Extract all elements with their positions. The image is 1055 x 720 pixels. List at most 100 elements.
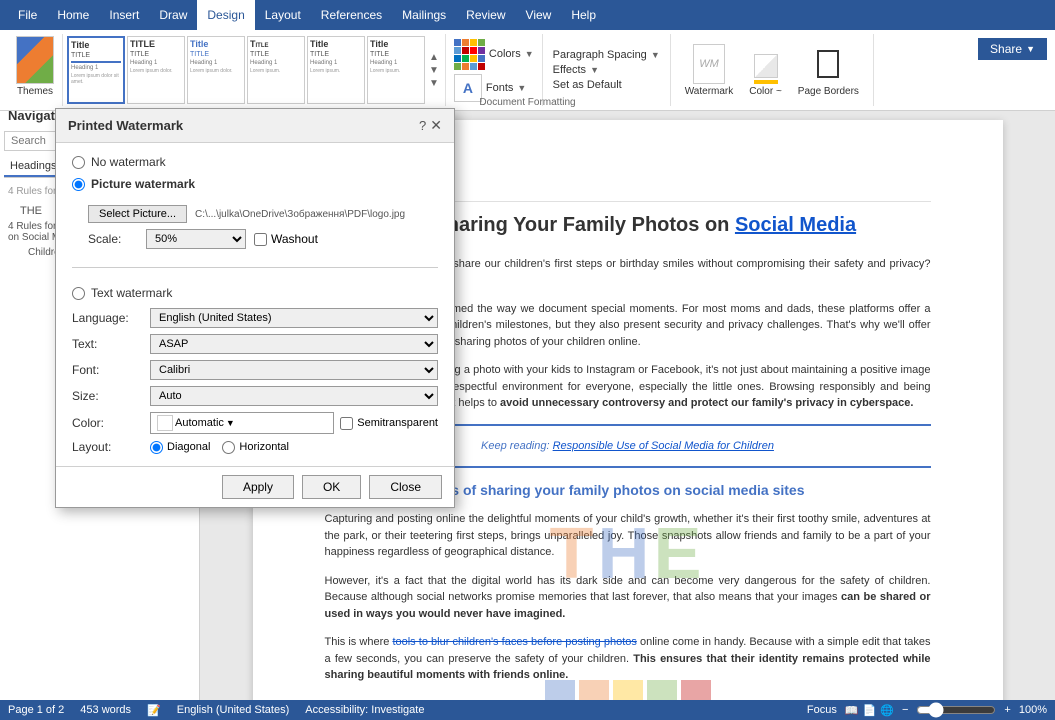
picture-watermark-radio[interactable] bbox=[72, 178, 85, 191]
dialog-footer: Apply OK Close bbox=[56, 466, 454, 507]
set-as-default-button[interactable]: Set as Default bbox=[553, 79, 660, 91]
tab-help[interactable]: Help bbox=[561, 0, 606, 30]
accessibility-status[interactable]: Accessibility: Investigate bbox=[305, 704, 424, 716]
page-color-label: Color ~ bbox=[749, 86, 782, 97]
zoom-plus-icon[interactable]: + bbox=[1004, 704, 1010, 716]
washout-checkbox[interactable] bbox=[254, 233, 267, 246]
tab-review[interactable]: Review bbox=[456, 0, 515, 30]
color-field-label: Color: bbox=[72, 416, 142, 430]
tab-draw[interactable]: Draw bbox=[149, 0, 197, 30]
picture-watermark-label[interactable]: Picture watermark bbox=[91, 177, 195, 191]
picture-path: C:\...\julka\OneDrive\Зображення\PDF\log… bbox=[195, 209, 405, 220]
washout-label[interactable]: Washout bbox=[271, 232, 318, 246]
watermark-button[interactable]: WM Watermark bbox=[679, 42, 740, 99]
web-view-icon[interactable]: 🌐 bbox=[880, 704, 894, 717]
size-row: Size: Auto bbox=[72, 386, 438, 406]
doc-para-6-link[interactable]: tools to blur children's faces before po… bbox=[392, 636, 636, 648]
text-watermark-radio[interactable] bbox=[72, 287, 85, 300]
color-dropdown[interactable]: Automatic ▼ bbox=[150, 412, 334, 434]
share-label: Share bbox=[990, 42, 1022, 56]
dialog-help-button[interactable]: ? bbox=[419, 118, 426, 133]
theme-sample-5[interactable]: Title TITLE Heading 1 Lorem ipsum. bbox=[307, 36, 365, 104]
diagonal-label[interactable]: Diagonal bbox=[167, 441, 210, 453]
status-right: Focus 📖 📄 🌐 − + 100% bbox=[807, 702, 1047, 718]
print-view-icon[interactable]: 📄 bbox=[863, 704, 877, 717]
dialog-close-button[interactable]: ✕ bbox=[430, 117, 442, 134]
colors-button[interactable]: Colors ▼ bbox=[454, 39, 534, 70]
theme-sample-1[interactable]: Title TITLE Heading 1 Lorem ipsum dolor … bbox=[67, 36, 125, 104]
semitransparent-option: Semitransparent bbox=[340, 417, 438, 430]
no-watermark-label[interactable]: No watermark bbox=[91, 155, 166, 169]
semitransparent-label[interactable]: Semitransparent bbox=[357, 417, 438, 429]
text-field-label: Text: bbox=[72, 337, 142, 351]
tab-references[interactable]: References bbox=[311, 0, 392, 30]
color-controls: Automatic ▼ Semitransparent bbox=[150, 412, 438, 434]
horizontal-radio[interactable] bbox=[222, 441, 235, 454]
picture-watermark-row: Picture watermark bbox=[72, 177, 438, 191]
doc-para-5: However, it's a fact that the digital wo… bbox=[325, 573, 931, 623]
scale-select[interactable]: 50% Auto 100% 150% bbox=[146, 229, 246, 249]
layout-options: Diagonal Horizontal bbox=[150, 441, 289, 454]
text-select[interactable]: ASAP bbox=[150, 334, 438, 354]
diagonal-radio[interactable] bbox=[150, 441, 163, 454]
apply-button[interactable]: Apply bbox=[222, 475, 294, 499]
size-select[interactable]: Auto bbox=[150, 386, 438, 406]
nav-tab-headings[interactable]: Headings bbox=[4, 157, 62, 177]
track-changes-icon[interactable]: 📝 bbox=[147, 704, 161, 717]
tab-view[interactable]: View bbox=[516, 0, 562, 30]
tab-home[interactable]: Home bbox=[47, 0, 99, 30]
tab-file[interactable]: File bbox=[8, 0, 47, 30]
watermark-options: No watermark Picture watermark Select Pi… bbox=[72, 155, 438, 454]
tab-mailings[interactable]: Mailings bbox=[392, 0, 456, 30]
horizontal-label[interactable]: Horizontal bbox=[239, 441, 289, 453]
tab-insert[interactable]: Insert bbox=[99, 0, 149, 30]
zoom-level: 100% bbox=[1019, 704, 1047, 716]
page-color-button[interactable]: Color ~ bbox=[743, 42, 788, 99]
doc-para-5-text1: However, it's a fact that the digital wo… bbox=[325, 575, 931, 604]
effects-button[interactable]: Effects ▼ bbox=[553, 64, 660, 76]
doc-title-link[interactable]: Social Media bbox=[735, 214, 856, 236]
page-borders-button[interactable]: Page Borders bbox=[792, 42, 865, 99]
scale-row: Scale: 50% Auto 100% 150% Washout bbox=[88, 229, 438, 249]
themes-group[interactable]: Themes bbox=[8, 34, 63, 106]
language-select[interactable]: English (United States) bbox=[150, 308, 438, 328]
zoom-minus-icon[interactable]: − bbox=[902, 704, 908, 716]
themes-label: Themes bbox=[17, 86, 53, 97]
share-button[interactable]: Share ▼ bbox=[978, 38, 1047, 60]
no-watermark-radio[interactable] bbox=[72, 156, 85, 169]
layout-field-label: Layout: bbox=[72, 440, 142, 454]
close-button[interactable]: Close bbox=[369, 475, 442, 499]
tab-design[interactable]: Design bbox=[197, 0, 254, 30]
read-view-icon[interactable]: 📖 bbox=[845, 704, 859, 717]
language-status[interactable]: English (United States) bbox=[177, 704, 290, 716]
page-color-icon bbox=[750, 44, 782, 84]
paragraph-spacing-button[interactable]: Paragraph Spacing ▼ bbox=[553, 49, 660, 61]
tab-layout[interactable]: Layout bbox=[255, 0, 311, 30]
doc-para-3-bold: avoid unnecessary controversy and protec… bbox=[500, 397, 913, 409]
theme-sample-3[interactable]: Title TITLE Heading 1 Lorem ipsum dolor. bbox=[187, 36, 245, 104]
focus-label[interactable]: Focus bbox=[807, 704, 837, 716]
semitransparent-checkbox[interactable] bbox=[340, 417, 353, 430]
diagonal-option: Diagonal bbox=[150, 441, 210, 454]
status-left: Page 1 of 2 453 words 📝 English (United … bbox=[8, 704, 424, 717]
watermark-icon: WM bbox=[693, 44, 725, 84]
text-watermark-label[interactable]: Text watermark bbox=[91, 286, 172, 300]
font-field-label: Font: bbox=[72, 363, 142, 377]
color-dropdown-icon: ▼ bbox=[226, 418, 235, 428]
font-select[interactable]: Calibri bbox=[150, 360, 438, 380]
theme-sample-6[interactable]: Title TITLE Heading 1 Lorem ipsum. bbox=[367, 36, 425, 104]
ok-button[interactable]: OK bbox=[302, 475, 361, 499]
color-row: Color: Automatic ▼ Semitransparent bbox=[72, 412, 438, 434]
keep-reading-link[interactable]: Responsible Use of Social Media for Chil… bbox=[553, 440, 774, 452]
select-picture-button[interactable]: Select Picture... bbox=[88, 205, 187, 223]
page-info: Page 1 of 2 bbox=[8, 704, 64, 716]
no-watermark-row: No watermark bbox=[72, 155, 438, 169]
doc-para-6: This is where tools to blur children's f… bbox=[325, 634, 931, 684]
theme-sample-4[interactable]: Title TITLE Heading 1 Lorem ipsum. bbox=[247, 36, 305, 104]
ribbon-tabs: File Home Insert Draw Design Layout Refe… bbox=[0, 0, 1055, 30]
dialog-title-text: Printed Watermark bbox=[68, 118, 183, 133]
color-value: Automatic bbox=[175, 417, 224, 429]
zoom-slider[interactable] bbox=[916, 702, 996, 718]
theme-sample-2[interactable]: TITLE TITLE Heading 1 Lorem ipsum dolor. bbox=[127, 36, 185, 104]
theme-samples-scroll[interactable]: ▲ ▼ ▼ bbox=[427, 36, 441, 104]
